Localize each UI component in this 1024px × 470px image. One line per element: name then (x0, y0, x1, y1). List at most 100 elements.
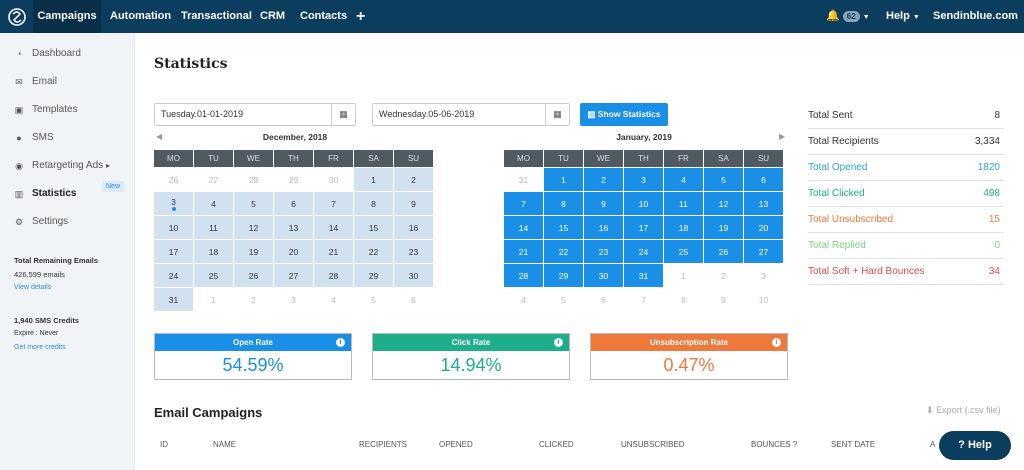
calendar-day[interactable]: 15 (543, 215, 584, 240)
calendar-day[interactable]: 2 (703, 263, 744, 288)
calendar-day[interactable]: 4 (663, 167, 704, 192)
calendar-day[interactable]: 30 (393, 263, 434, 288)
calendar-day[interactable]: 23 (393, 239, 434, 264)
sidebar-item-email[interactable]: ✉ Email (0, 71, 135, 93)
calendar-day[interactable]: 6 (393, 287, 434, 312)
column-header[interactable]: OPENED (439, 440, 473, 449)
calendar-day[interactable]: 25 (193, 263, 234, 288)
calendar-day[interactable]: 27 (193, 167, 234, 192)
info-icon[interactable]: i (772, 338, 781, 347)
calendar-day[interactable]: 14 (313, 215, 354, 240)
calendar-day[interactable]: 8 (663, 287, 704, 312)
view-details-link[interactable]: View details (14, 284, 51, 291)
column-header[interactable]: RECIPIENTS (359, 440, 407, 449)
calendar-day[interactable]: 1 (663, 263, 704, 288)
calendar-day[interactable]: 31 (503, 167, 544, 192)
calendar-day[interactable]: 29 (273, 167, 314, 192)
calendar-day[interactable]: 12 (703, 191, 744, 216)
nav-transactional[interactable]: Transactional (181, 0, 252, 33)
calendar-day[interactable]: 17 (623, 215, 664, 240)
calendar-day[interactable]: 21 (313, 239, 354, 264)
calendar-day[interactable]: 5 (353, 287, 394, 312)
column-header[interactable]: CLICKED (539, 440, 574, 449)
calendar-day[interactable]: 28 (233, 167, 274, 192)
sidebar-item-retargeting-ads[interactable]: ◉ Retargeting Ads ▸ (0, 155, 135, 177)
calendar-day[interactable]: 28 (503, 263, 544, 288)
calendar-day[interactable]: 9 (583, 191, 624, 216)
calendar-day[interactable]: 7 (313, 191, 354, 216)
calendar-day[interactable]: 5 (703, 167, 744, 192)
calendar-day[interactable]: 18 (193, 239, 234, 264)
calendar-day[interactable]: 6 (273, 191, 314, 216)
calendar-day[interactable]: 2 (393, 167, 434, 192)
calendar-day[interactable]: 22 (543, 239, 584, 264)
calendar-day[interactable]: 11 (663, 191, 704, 216)
calendar-day[interactable]: 7 (503, 191, 544, 216)
calendar-day[interactable]: 27 (743, 239, 784, 264)
calendar-day[interactable]: 31 (153, 287, 194, 312)
calendar-day[interactable]: 18 (663, 215, 704, 240)
nav-automation[interactable]: Automation (110, 0, 171, 33)
calendar-day[interactable]: 22 (353, 239, 394, 264)
help-chat-button[interactable]: ? Help (939, 431, 1011, 460)
info-icon[interactable]: i (554, 338, 563, 347)
show-statistics-button[interactable]: ▥ Show Statistics (580, 103, 668, 126)
calendar-day[interactable]: 13 (743, 191, 784, 216)
calendar-day[interactable]: 19 (233, 239, 274, 264)
info-icon[interactable]: i (336, 338, 345, 347)
calendar-day[interactable]: 2 (233, 287, 274, 312)
calendar-day[interactable]: 23 (583, 239, 624, 264)
nav-campaigns[interactable]: Campaigns (33, 0, 101, 33)
help-menu[interactable]: Help ▼ (886, 0, 920, 33)
calendar-day[interactable]: 1 (543, 167, 584, 192)
column-header[interactable]: SENT DATE (831, 440, 875, 449)
calendar-day[interactable]: 9 (393, 191, 434, 216)
column-header[interactable]: UNSUBSCRIBED (621, 440, 685, 449)
calendar-day[interactable]: 30 (583, 263, 624, 288)
calendar-day[interactable]: 31 (623, 263, 664, 288)
calendar-day[interactable]: 6 (583, 287, 624, 312)
next-month-icon[interactable]: ▶ (779, 132, 785, 141)
calendar-day[interactable]: 15 (353, 215, 394, 240)
calendar-day[interactable]: 16 (393, 215, 434, 240)
calendar-day[interactable]: 20 (743, 215, 784, 240)
calendar-day[interactable]: 5 (543, 287, 584, 312)
calendar-day[interactable]: 3 (273, 287, 314, 312)
calendar-day[interactable]: 8 (543, 191, 584, 216)
calendar-day[interactable]: 26 (233, 263, 274, 288)
logo-icon[interactable] (0, 0, 33, 33)
calendar-day[interactable]: 13 (273, 215, 314, 240)
calendar-day[interactable]: 29 (543, 263, 584, 288)
notifications-button[interactable]: 🔔 62 ▼ (826, 0, 870, 33)
calendar-day[interactable]: 11 (193, 215, 234, 240)
calendar-icon[interactable]: ▦ (331, 104, 355, 125)
calendar-day[interactable]: 5 (233, 191, 274, 216)
get-more-credits-link[interactable]: Get more credits (14, 344, 66, 351)
calendar-day[interactable]: 10 (153, 215, 194, 240)
calendar-day[interactable]: 25 (663, 239, 704, 264)
calendar-day[interactable]: 9 (703, 287, 744, 312)
add-icon[interactable]: + (356, 0, 365, 33)
calendar-day[interactable]: 3 (153, 191, 194, 216)
calendar-day[interactable]: 29 (353, 263, 394, 288)
calendar-day[interactable]: 4 (193, 191, 234, 216)
calendar-day[interactable]: 16 (583, 215, 624, 240)
calendar-day[interactable]: 24 (153, 263, 194, 288)
column-header[interactable]: NAME (213, 440, 236, 449)
account-menu[interactable]: Sendinblue.com ▼ (933, 0, 1024, 54)
calendar-day[interactable]: 4 (313, 287, 354, 312)
nav-crm[interactable]: CRM (260, 0, 285, 33)
calendar-day[interactable]: 8 (353, 191, 394, 216)
calendar-day[interactable]: 10 (743, 287, 784, 312)
calendar-day[interactable]: 30 (313, 167, 354, 192)
calendar-day[interactable]: 4 (503, 287, 544, 312)
calendar-icon[interactable]: ▦ (545, 104, 569, 125)
calendar-day[interactable]: 21 (503, 239, 544, 264)
end-date-field[interactable]: Wednesday.05-06-2019 ▦ (372, 103, 570, 126)
sidebar-item-dashboard[interactable]: ◔ Dashboard (0, 43, 135, 65)
calendar-day[interactable]: 19 (703, 215, 744, 240)
calendar-day[interactable]: 14 (503, 215, 544, 240)
calendar-day[interactable]: 1 (353, 167, 394, 192)
calendar-day[interactable]: 17 (153, 239, 194, 264)
column-header[interactable]: A (930, 440, 935, 449)
